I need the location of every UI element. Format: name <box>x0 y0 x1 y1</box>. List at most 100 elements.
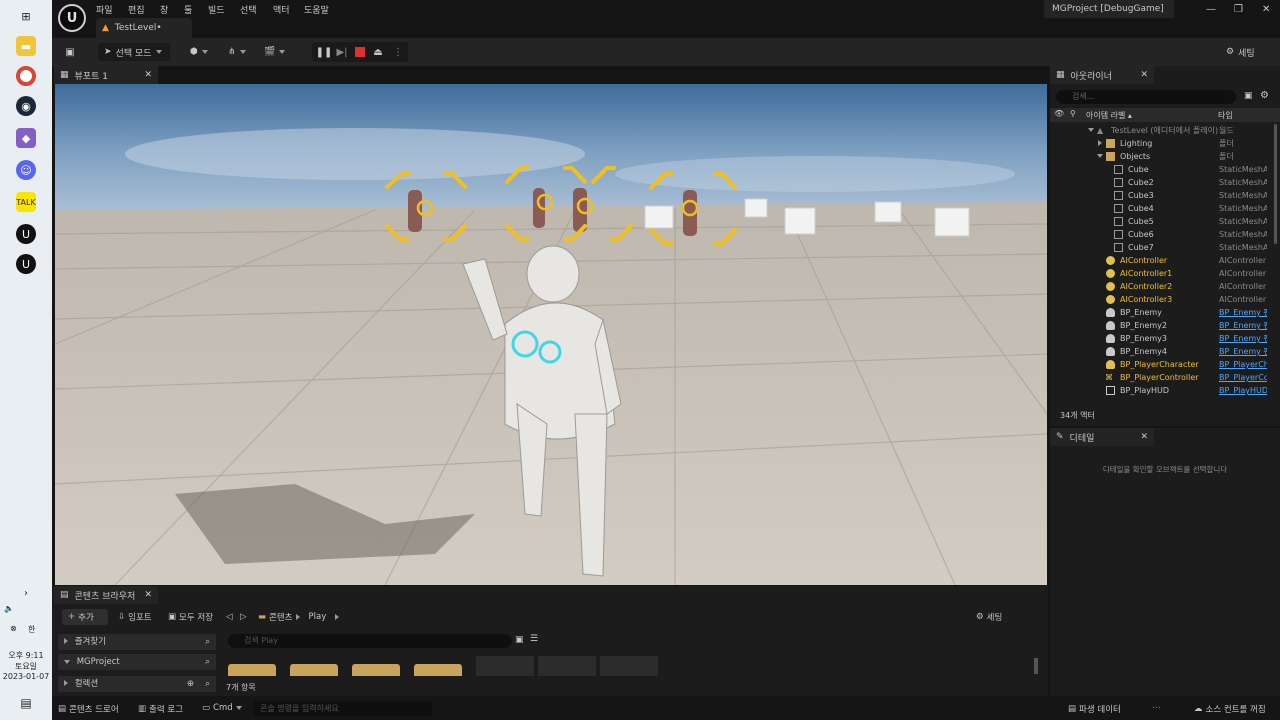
folder-tile[interactable] <box>290 664 338 676</box>
history-back-button[interactable]: ◁ <box>226 609 233 625</box>
save-search-icon[interactable]: ▣ <box>515 635 524 645</box>
outliner-row[interactable]: BP_Enemy4 BP_Enemy 편집 <box>1050 345 1270 358</box>
outliner-row[interactable]: AIController AIController <box>1050 254 1270 267</box>
close-icon[interactable]: ✕ <box>1262 4 1270 15</box>
asset-tile[interactable] <box>600 656 658 676</box>
outliner-scrollbar[interactable] <box>1274 124 1277 244</box>
level-viewport[interactable] <box>55 84 1047 585</box>
speaker-icon[interactable]: 🔈 <box>0 604 52 613</box>
steam-icon[interactable]: ◉ <box>16 96 36 116</box>
outliner-row[interactable]: BP_Enemy3 BP_Enemy 편집 <box>1050 332 1270 345</box>
search-icon[interactable]: ⌕ <box>205 676 210 692</box>
outliner-row[interactable]: Cube StaticMeshActor <box>1050 163 1270 176</box>
add-collection-icon[interactable]: ⊕ <box>187 676 194 692</box>
outliner-row[interactable]: Cube3 StaticMeshActor <box>1050 189 1270 202</box>
row-type-link[interactable]: BP_PlayerCharacter <box>1219 358 1267 371</box>
pin-icon[interactable]: ⚲ <box>1070 109 1076 118</box>
outliner-search-input[interactable]: 검색... <box>1056 90 1236 104</box>
visual-studio-icon[interactable]: ◆ <box>16 128 36 148</box>
favorites-section[interactable]: 즐겨찾기 ⌕ <box>58 634 216 650</box>
content-browser-tab[interactable]: ▤ 콘텐츠 브라우저 ✕ <box>54 586 158 604</box>
row-type-link[interactable]: BP_Enemy 편집 <box>1219 319 1267 332</box>
import-button[interactable]: ⇩ 임포트 <box>118 609 152 625</box>
minimize-icon[interactable]: — <box>1206 4 1216 15</box>
unreal-editor-icon[interactable]: U <box>16 224 36 244</box>
folder-tile[interactable] <box>414 664 462 676</box>
outliner-row[interactable]: ▲ TestLevel (에디터에서 플레이) 월드 <box>1050 124 1270 137</box>
row-type-link[interactable]: BP_Enemy 편집 <box>1219 332 1267 345</box>
expand-icon[interactable] <box>1098 140 1102 146</box>
menu-build[interactable]: 빌드 <box>208 3 225 16</box>
more-options-icon[interactable]: ⋮ <box>390 44 406 60</box>
close-tab-icon[interactable]: ✕ <box>1140 70 1148 80</box>
breadcrumb-leaf[interactable]: Play <box>309 612 327 622</box>
collections-section[interactable]: 컬렉션 ⊕ ⌕ <box>58 676 216 692</box>
eject-icon[interactable]: ⏏ <box>370 44 386 60</box>
outliner-row[interactable]: BP_PlayHUD BP_PlayHUD <box>1050 384 1270 397</box>
save-all-button[interactable]: ▣ 모두 저장 <box>168 609 213 625</box>
console-command-input[interactable]: 콘솔 명령을 입력하세요 <box>254 701 432 716</box>
outliner-row[interactable]: Cube6 StaticMeshActor <box>1050 228 1270 241</box>
ime-indicator[interactable]: 한 <box>0 624 52 635</box>
outliner-row[interactable]: BP_Enemy BP_Enemy 편집 <box>1050 306 1270 319</box>
add-button[interactable]: + 추가 <box>62 609 108 625</box>
search-icon[interactable]: ⌕ <box>205 654 210 670</box>
unreal-editor-icon-2[interactable]: U <box>16 254 36 274</box>
outliner-row[interactable]: BP_Enemy2 BP_Enemy 편집 <box>1050 319 1270 332</box>
source-control-button[interactable]: ☁ 소스 컨트롤 꺼짐 <box>1194 703 1266 715</box>
folder-tile[interactable] <box>352 664 400 676</box>
notification-icon[interactable]: ▤ <box>0 696 52 710</box>
menu-edit[interactable]: 편집 <box>128 3 145 16</box>
file-explorer-icon[interactable]: ▬ <box>16 36 36 56</box>
asset-tile[interactable] <box>538 656 596 676</box>
cmd-dropdown[interactable]: ▭ Cmd <box>202 703 242 713</box>
project-section[interactable]: MGProject ⌕ <box>58 654 216 670</box>
history-forward-button[interactable]: ▷ <box>240 609 247 625</box>
close-tab-icon[interactable]: ✕ <box>1140 432 1148 442</box>
outliner-row[interactable]: Cube2 StaticMeshActor <box>1050 176 1270 189</box>
gear-icon[interactable]: ⚙ <box>1260 90 1269 101</box>
row-type-link[interactable]: BP_Enemy 편집 <box>1219 306 1267 319</box>
outliner-row[interactable]: AIController1 AIController <box>1050 267 1270 280</box>
close-tab-icon[interactable]: ✕ <box>144 70 152 80</box>
add-actor-button[interactable]: ⬢ <box>190 43 208 61</box>
details-tab[interactable]: ✎ 디테일 ✕ <box>1050 428 1154 446</box>
outliner-row[interactable]: AIController3 AIController <box>1050 293 1270 306</box>
column-item-label[interactable]: 아이템 라벨 ▴ <box>1086 110 1132 121</box>
content-drawer-button[interactable]: ▤ 콘텐츠 드로어 <box>58 703 119 715</box>
breadcrumb-root[interactable]: 콘텐츠 <box>269 611 292 623</box>
outliner-row[interactable]: Objects 폴더 <box>1050 150 1270 163</box>
outliner-row[interactable]: Cube4 StaticMeshActor <box>1050 202 1270 215</box>
content-search-input[interactable]: 검색 Play <box>228 634 512 648</box>
derived-data-button[interactable]: ▤ 파생 데이터 <box>1068 703 1121 715</box>
kakaotalk-icon[interactable]: TALK <box>16 192 36 212</box>
windows-start-icon[interactable]: ⊞ <box>16 6 36 26</box>
menu-help[interactable]: 도움말 <box>304 3 329 16</box>
asset-tile[interactable] <box>476 656 534 676</box>
menu-actor[interactable]: 액터 <box>273 3 290 16</box>
outliner-row[interactable]: Cube5 StaticMeshActor <box>1050 215 1270 228</box>
pause-icon[interactable]: ❚❚ <box>316 44 333 60</box>
select-mode-button[interactable]: ➤ 선택 모드 <box>98 43 170 61</box>
outliner-tab[interactable]: ▦ 아웃라이너 ✕ <box>1050 66 1154 84</box>
discord-icon[interactable]: ☺ <box>16 160 36 180</box>
row-type-link[interactable]: BP_PlayerController <box>1219 371 1267 384</box>
menu-window[interactable]: 창 <box>160 3 168 16</box>
column-type[interactable]: 타입 <box>1218 110 1233 121</box>
menu-select[interactable]: 선택 <box>240 3 257 16</box>
outliner-row[interactable]: BP_PlayerCharacter BP_PlayerCharacter <box>1050 358 1270 371</box>
level-tab[interactable]: ▲ TestLevel• <box>96 18 192 38</box>
settings-button[interactable]: ⚙ 세팅 <box>1226 43 1255 61</box>
eye-icon[interactable]: 👁 <box>1054 109 1064 118</box>
content-scrollbar[interactable] <box>1034 658 1038 674</box>
outliner-row[interactable]: Lighting 폴더 <box>1050 137 1270 150</box>
content-settings-button[interactable]: ⚙ 세팅 <box>976 609 1002 625</box>
expand-icon[interactable] <box>1088 128 1094 132</box>
chevron-right-icon[interactable]: › <box>0 588 52 599</box>
expand-icon[interactable] <box>1097 154 1103 158</box>
menu-file[interactable]: 파일 <box>96 3 113 16</box>
viewport-tab[interactable]: ▦ 뷰포트 1 ✕ <box>54 66 158 84</box>
row-type-link[interactable]: BP_Enemy 편집 <box>1219 345 1267 358</box>
close-tab-icon[interactable]: ✕ <box>144 590 152 600</box>
row-type-link[interactable]: BP_PlayHUD <box>1219 384 1267 397</box>
